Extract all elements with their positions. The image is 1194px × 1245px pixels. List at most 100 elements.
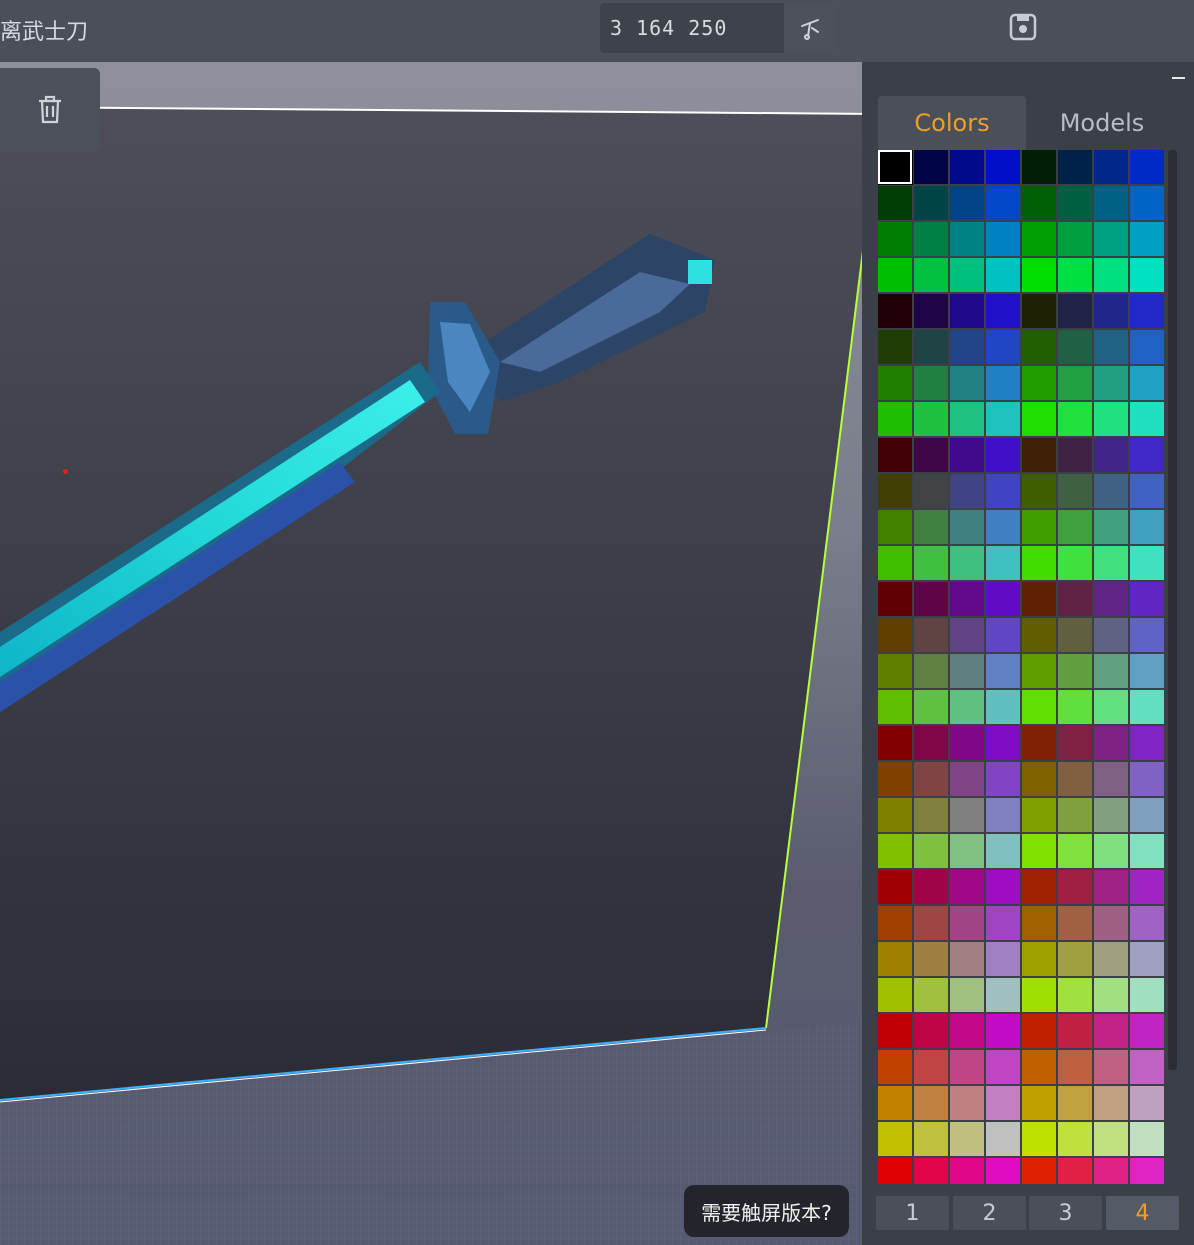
color-swatch[interactable] <box>1094 654 1128 688</box>
color-swatch[interactable] <box>914 474 948 508</box>
color-swatch[interactable] <box>950 294 984 328</box>
color-swatch[interactable] <box>950 978 984 1012</box>
color-swatch[interactable] <box>914 1158 948 1184</box>
color-swatch[interactable] <box>986 510 1020 544</box>
minimize-button[interactable] <box>1170 70 1186 86</box>
color-swatch[interactable] <box>1022 150 1056 184</box>
color-swatch[interactable] <box>950 258 984 292</box>
color-swatch[interactable] <box>1130 186 1164 220</box>
color-swatch[interactable] <box>1022 186 1056 220</box>
color-swatch[interactable] <box>950 690 984 724</box>
color-swatch[interactable] <box>1058 1050 1092 1084</box>
color-swatch[interactable] <box>986 798 1020 832</box>
color-swatch[interactable] <box>1094 366 1128 400</box>
color-swatch[interactable] <box>986 402 1020 436</box>
color-swatch[interactable] <box>1058 402 1092 436</box>
color-swatch[interactable] <box>1094 798 1128 832</box>
color-swatch[interactable] <box>914 1122 948 1156</box>
color-swatch[interactable] <box>914 366 948 400</box>
color-swatch[interactable] <box>878 150 913 185</box>
palette-scrollbar[interactable] <box>1168 150 1177 1070</box>
color-swatch[interactable] <box>914 330 948 364</box>
color-swatch[interactable] <box>1130 474 1164 508</box>
color-swatch[interactable] <box>986 294 1020 328</box>
color-swatch[interactable] <box>1058 906 1092 940</box>
color-swatch[interactable] <box>986 726 1020 760</box>
color-swatch[interactable] <box>1130 1014 1164 1048</box>
color-swatch[interactable] <box>1094 150 1128 184</box>
color-swatch[interactable] <box>878 402 912 436</box>
color-swatch[interactable] <box>1130 582 1164 616</box>
color-swatch[interactable] <box>950 762 984 796</box>
viewport-3d[interactable]: 需要触屏版本? <box>0 62 862 1245</box>
color-swatch[interactable] <box>1022 618 1056 652</box>
color-swatch[interactable] <box>1130 654 1164 688</box>
color-swatch[interactable] <box>1130 618 1164 652</box>
color-swatch[interactable] <box>914 1014 948 1048</box>
color-swatch[interactable] <box>1130 150 1164 184</box>
color-swatch[interactable] <box>986 942 1020 976</box>
color-swatch[interactable] <box>986 618 1020 652</box>
color-swatch[interactable] <box>914 510 948 544</box>
color-swatch[interactable] <box>878 294 912 328</box>
color-swatch[interactable] <box>986 1122 1020 1156</box>
color-swatch[interactable] <box>950 1086 984 1120</box>
color-swatch[interactable] <box>1058 222 1092 256</box>
color-swatch[interactable] <box>914 870 948 904</box>
color-swatch[interactable] <box>950 438 984 472</box>
color-swatch[interactable] <box>1022 834 1056 868</box>
color-swatch[interactable] <box>950 1050 984 1084</box>
tab-models[interactable]: Models <box>1026 96 1178 150</box>
color-swatch[interactable] <box>1022 762 1056 796</box>
color-swatch[interactable] <box>986 978 1020 1012</box>
color-swatch[interactable] <box>986 222 1020 256</box>
color-swatch[interactable] <box>1022 1122 1056 1156</box>
color-swatch[interactable] <box>1094 546 1128 580</box>
color-swatch[interactable] <box>1130 1122 1164 1156</box>
color-swatch[interactable] <box>1022 798 1056 832</box>
color-swatch[interactable] <box>914 1086 948 1120</box>
color-swatch[interactable] <box>950 726 984 760</box>
color-swatch[interactable] <box>878 726 912 760</box>
color-swatch[interactable] <box>914 906 948 940</box>
color-swatch[interactable] <box>986 762 1020 796</box>
color-swatch[interactable] <box>1058 690 1092 724</box>
color-swatch[interactable] <box>1022 978 1056 1012</box>
color-swatch[interactable] <box>878 762 912 796</box>
color-swatch[interactable] <box>1130 870 1164 904</box>
color-swatch[interactable] <box>914 294 948 328</box>
color-swatch[interactable] <box>1022 330 1056 364</box>
color-swatch[interactable] <box>1094 906 1128 940</box>
color-swatch[interactable] <box>1094 762 1128 796</box>
color-swatch[interactable] <box>1058 1122 1092 1156</box>
color-swatch[interactable] <box>1130 258 1164 292</box>
color-swatch[interactable] <box>1130 330 1164 364</box>
color-swatch[interactable] <box>1022 1014 1056 1048</box>
color-swatch[interactable] <box>986 330 1020 364</box>
color-swatch[interactable] <box>878 906 912 940</box>
color-swatch[interactable] <box>878 870 912 904</box>
color-swatch[interactable] <box>1058 798 1092 832</box>
color-swatch[interactable] <box>986 834 1020 868</box>
color-swatch[interactable] <box>878 618 912 652</box>
scissors-button[interactable] <box>784 3 836 53</box>
color-swatch[interactable] <box>986 1014 1020 1048</box>
color-swatch[interactable] <box>1022 402 1056 436</box>
color-swatch[interactable] <box>950 186 984 220</box>
color-swatch[interactable] <box>950 942 984 976</box>
color-swatch[interactable] <box>1022 1086 1056 1120</box>
color-swatch[interactable] <box>950 654 984 688</box>
color-swatch[interactable] <box>878 1014 912 1048</box>
color-swatch[interactable] <box>986 690 1020 724</box>
color-swatch[interactable] <box>1094 510 1128 544</box>
color-swatch[interactable] <box>1094 942 1128 976</box>
color-swatch[interactable] <box>1130 1050 1164 1084</box>
color-swatch[interactable] <box>1058 582 1092 616</box>
color-swatch[interactable] <box>914 978 948 1012</box>
color-swatch[interactable] <box>950 618 984 652</box>
color-swatch[interactable] <box>1022 1050 1056 1084</box>
color-swatch[interactable] <box>878 474 912 508</box>
color-swatch[interactable] <box>914 798 948 832</box>
color-swatch[interactable] <box>878 258 912 292</box>
color-swatch[interactable] <box>1058 474 1092 508</box>
